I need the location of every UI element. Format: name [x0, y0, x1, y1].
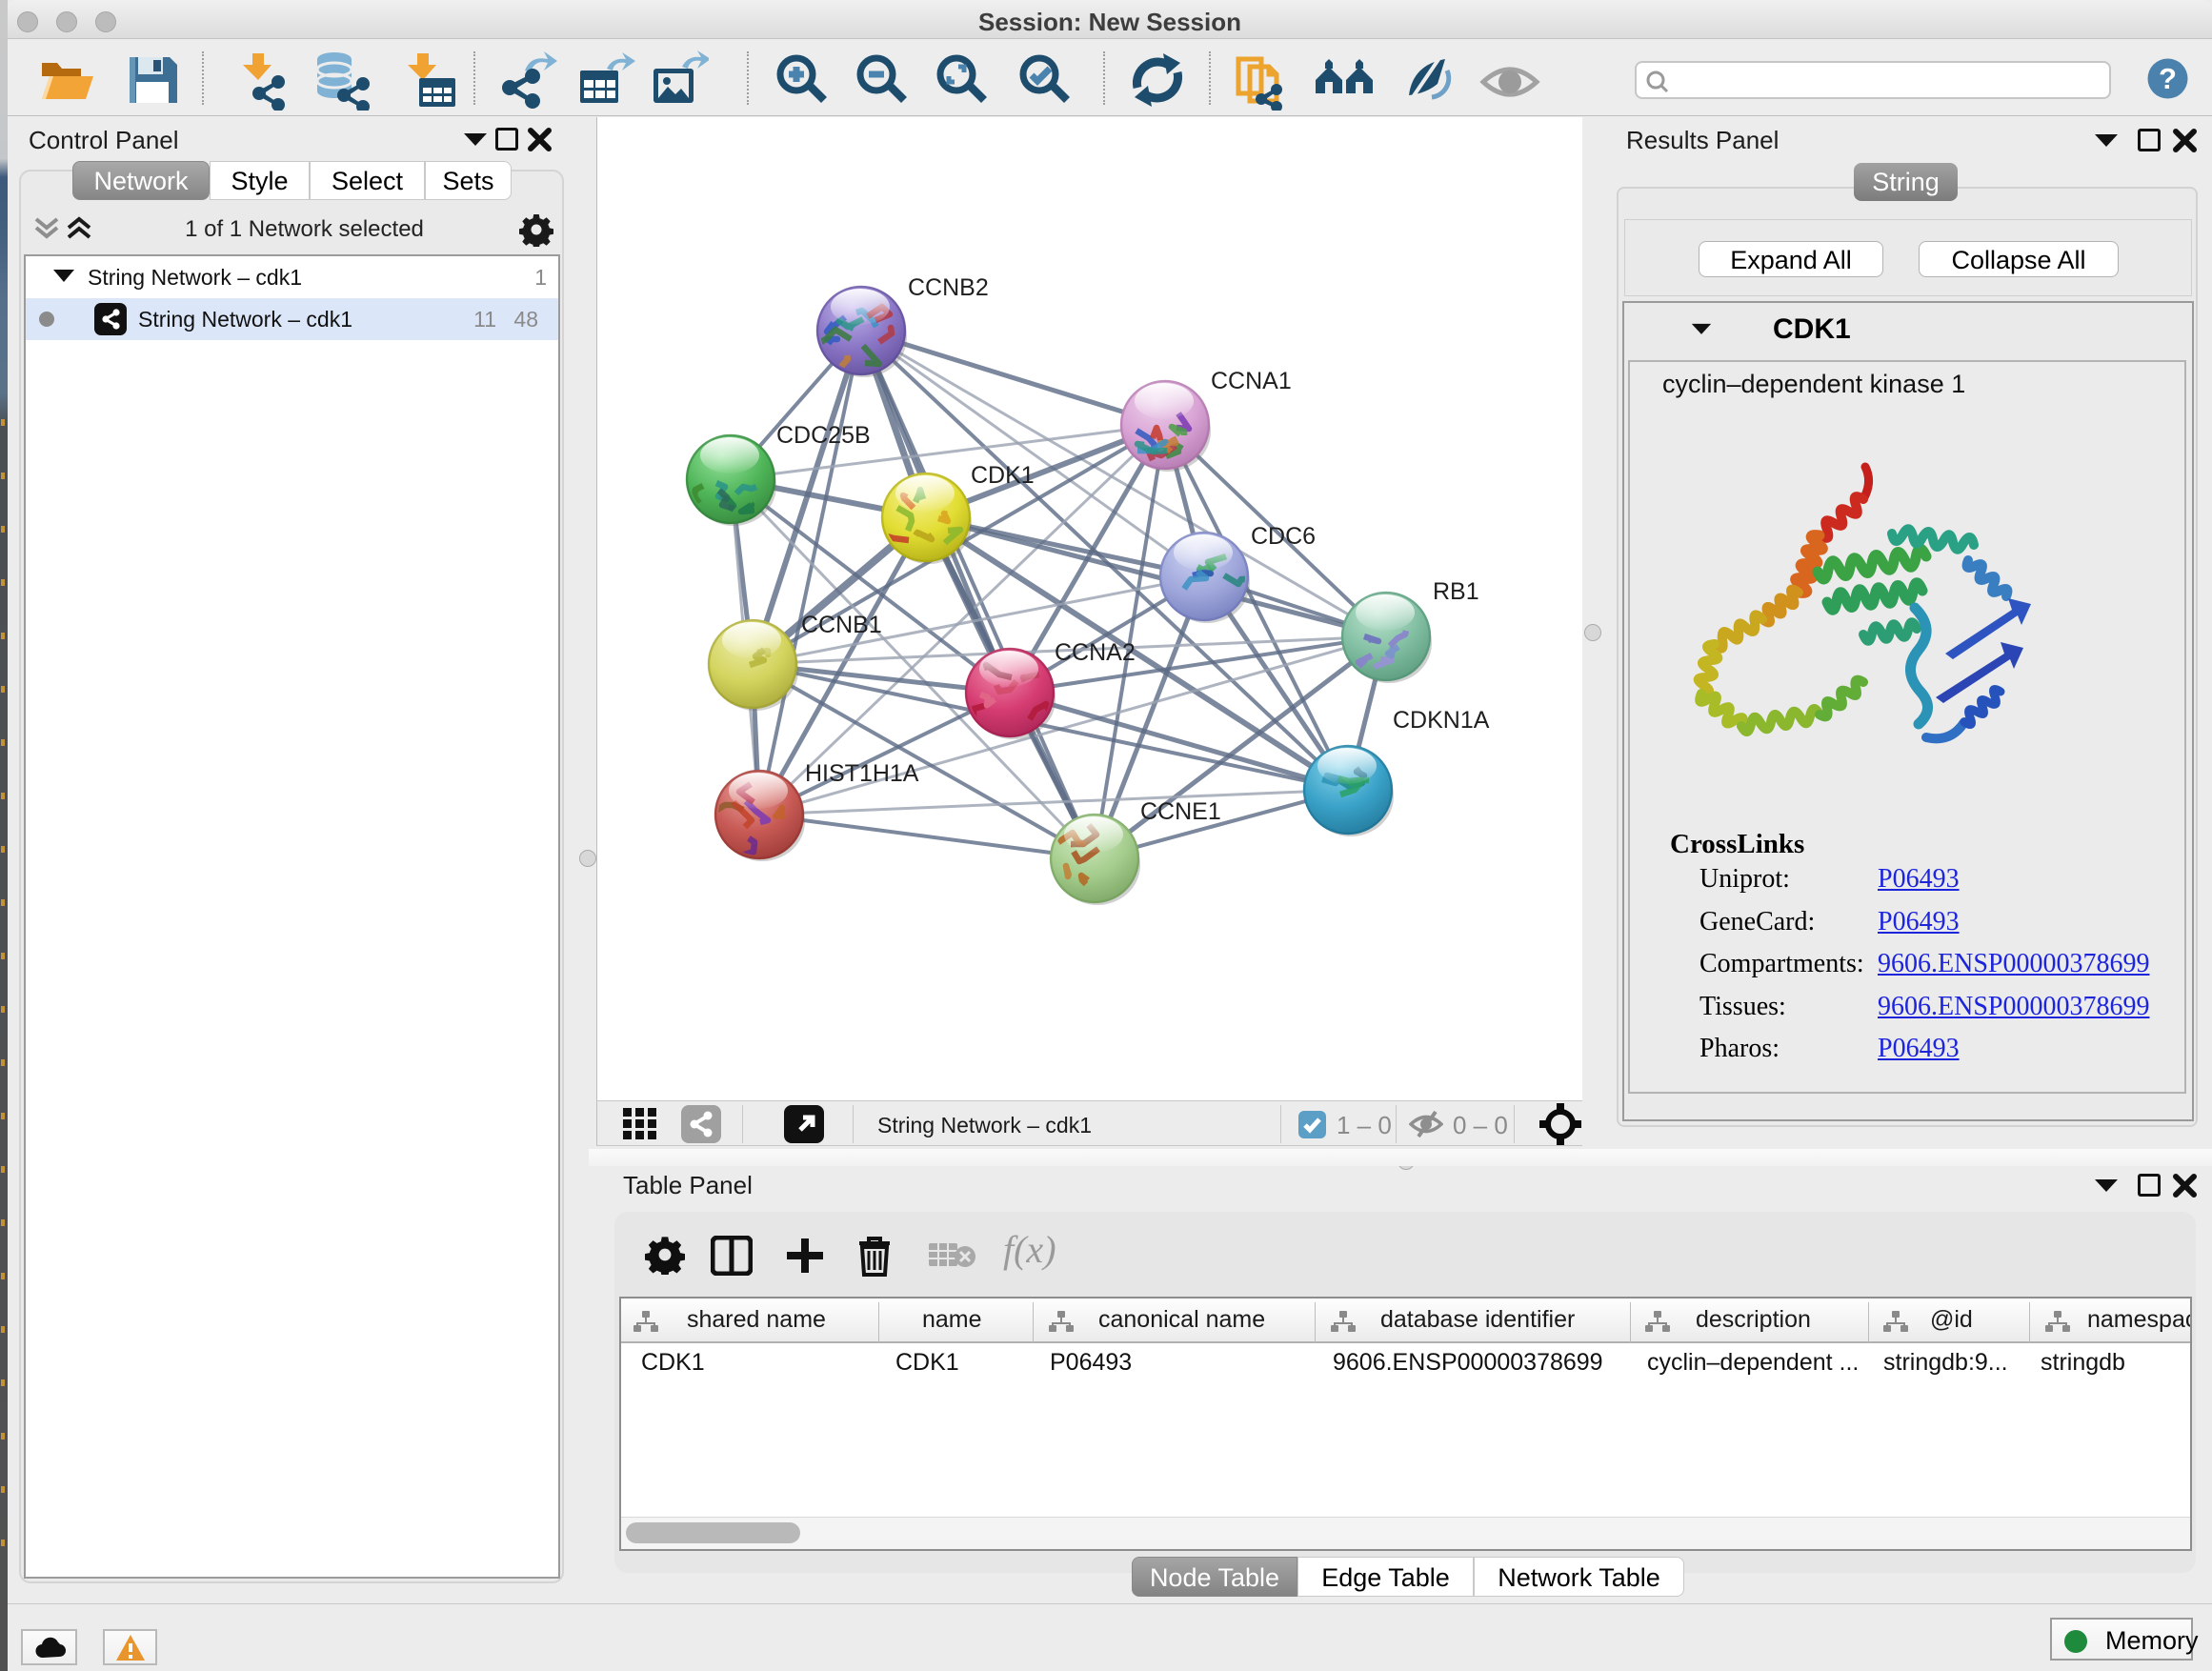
svg-text:HIST1H1A: HIST1H1A: [805, 760, 919, 787]
svg-text:CCNB1: CCNB1: [801, 612, 882, 638]
svg-text:CDC6: CDC6: [1251, 523, 1316, 550]
svg-text:RB1: RB1: [1433, 578, 1479, 605]
svg-text:CCNA2: CCNA2: [1055, 639, 1136, 666]
svg-text:CCNE1: CCNE1: [1140, 798, 1221, 825]
svg-text:?: ?: [2159, 62, 2177, 95]
svg-text:CCNA1: CCNA1: [1211, 368, 1292, 394]
svg-text:CDC25B: CDC25B: [776, 422, 871, 449]
svg-text:CDK1: CDK1: [971, 462, 1035, 489]
svg-text:CCNB2: CCNB2: [908, 274, 989, 301]
svg-text:CDKN1A: CDKN1A: [1393, 707, 1490, 734]
